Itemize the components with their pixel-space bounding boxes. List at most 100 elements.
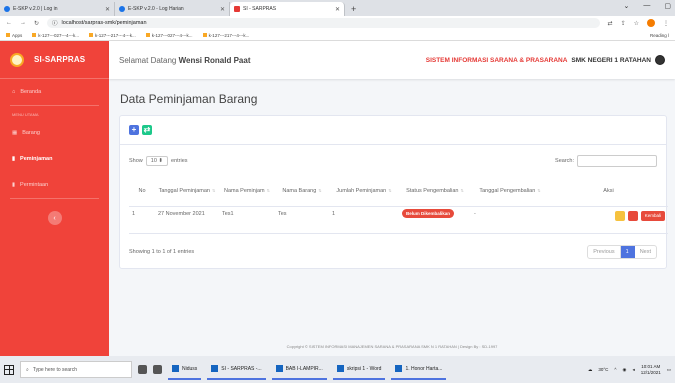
address-bar: ← → ↻ ⓘ localhost/sarpras-smk/peminjaman … <box>0 16 675 30</box>
th-peminjam[interactable]: Nama Peminjam ⇅ <box>219 176 275 207</box>
pagination-previous[interactable]: Previous <box>588 246 621 258</box>
browser-tab-1[interactable]: E-SKP v.2.0 | Log in ✕ <box>0 2 115 16</box>
taskbar-app[interactable]: SI - SARPRAS -... <box>207 360 266 380</box>
file-icon: ▮ <box>12 156 16 162</box>
th-tgl-kembali[interactable]: Tanggal Pengembalian ⇅ <box>471 176 549 207</box>
forward-icon[interactable]: → <box>20 20 26 26</box>
maximize-icon[interactable]: ▢ <box>664 2 671 10</box>
bookmark-item[interactable]: k-127---217---4---k... <box>89 32 136 38</box>
windows-start-icon[interactable] <box>4 364 14 375</box>
url-field[interactable]: ⓘ localhost/sarpras-smk/peminjaman <box>47 18 600 28</box>
sidebar-item-permintaan[interactable]: ▮ Permintaan <box>0 172 109 198</box>
sort-icon: ⇅ <box>318 187 322 193</box>
bookmark-icon <box>89 32 94 37</box>
pagination-next[interactable]: Next <box>635 246 656 258</box>
th-barang[interactable]: Nama Barang ⇅ <box>275 176 329 207</box>
th-tanggal[interactable]: Tanggal Peminjaman ⇅ <box>155 176 219 207</box>
kembali-button[interactable]: Kembali <box>640 210 665 221</box>
sarpras-icon <box>234 6 240 12</box>
menu-icon[interactable]: ⋮ <box>663 20 669 27</box>
network-icon[interactable]: ◉ <box>623 367 627 373</box>
th-status[interactable]: Status Pengembalian ⇅ <box>399 176 471 207</box>
table-icon: ▦ <box>12 130 18 136</box>
bookmark-item[interactable]: k-127---027---4---k... <box>145 32 193 38</box>
th-aksi[interactable]: Aksi <box>549 176 668 207</box>
star-icon[interactable]: ☆ <box>634 20 639 27</box>
file-icon: ▮ <box>12 182 16 188</box>
info-icon: ⓘ <box>52 21 58 27</box>
reload-icon[interactable]: ↻ <box>34 20 39 27</box>
back-icon[interactable]: ← <box>6 20 12 26</box>
bookmark-icon <box>145 32 150 37</box>
taskbar-app[interactable]: Niduss <box>168 360 202 380</box>
bookmark-item[interactable]: k-127---217---4---k... <box>202 32 249 38</box>
task-view-icon[interactable] <box>138 365 147 374</box>
chevron-left-icon: ‹ <box>53 214 56 222</box>
globe-icon <box>4 6 10 12</box>
minimize-icon[interactable]: — <box>643 2 650 10</box>
weather-icon[interactable]: ☁ <box>588 367 593 373</box>
chevron-up-icon[interactable]: ^ <box>614 367 616 372</box>
cell-no: 1 <box>129 206 155 234</box>
close-tab-icon[interactable]: ✕ <box>220 6 225 13</box>
table-row: 1 27 November 2021 Tes1 Tes 1 Belum Dike… <box>129 206 668 234</box>
taskbar-search[interactable]: ⌕ Type here to search <box>20 361 132 378</box>
copyright: Copyright © SISTEM INFORMASI MANAJEMEN S… <box>286 344 498 349</box>
chevron-down-icon[interactable]: ⌄ <box>624 2 630 10</box>
share-icon[interactable]: ⇪ <box>621 20 626 27</box>
cell-peminjam: Tes1 <box>219 206 275 234</box>
taskbar: ⌕ Type here to search Niduss SI - SARPRAS… <box>0 356 675 383</box>
add-button[interactable]: + <box>129 125 139 135</box>
system-name: SISTEM INFORMASI SARANA & PRASARANA SMK … <box>426 55 665 65</box>
cell-tgl-kembali: - <box>471 206 549 234</box>
school-logo-icon <box>10 52 24 67</box>
taskbar-app[interactable]: skripsi 1 - Word <box>332 360 386 380</box>
th-jumlah[interactable]: Jumlah Peminjaman ⇅ <box>329 176 399 207</box>
search-input[interactable] <box>577 155 657 167</box>
bookmark-icon <box>32 32 37 37</box>
bookmark-apps[interactable]: Apps <box>6 32 22 38</box>
sidebar-toggle-button[interactable]: ‹ <box>47 211 62 225</box>
sidebar-item-peminjaman[interactable]: ▮ Peminjaman <box>0 146 109 172</box>
taskbar-app[interactable]: BAB I-LAMPIR... <box>271 360 327 380</box>
user-avatar[interactable] <box>655 55 665 65</box>
sort-icon: ⇅ <box>460 187 464 193</box>
th-no[interactable]: No <box>129 176 155 207</box>
edit-button[interactable] <box>614 210 625 221</box>
cell-jumlah: 1 <box>329 206 399 234</box>
clock[interactable]: 10:01 AM 12/1/2021 <box>641 364 661 376</box>
new-tab-button[interactable]: + <box>345 2 362 16</box>
browser-tab-3[interactable]: SI - SARPRAS ✕ <box>230 2 345 16</box>
browser-tab-2[interactable]: E-SKP v.2.0 - Log Harian ✕ <box>115 2 230 16</box>
cell-aksi: Kembali <box>549 206 668 234</box>
exchange-icon: ⇄ <box>143 125 151 134</box>
reading-list[interactable]: Reading l <box>650 33 669 38</box>
sidebar-section-label: MENU UTAMA <box>12 112 39 117</box>
sort-icon: ⇅ <box>388 187 392 193</box>
plus-icon: + <box>131 125 137 134</box>
card-header: + ⇄ <box>120 116 666 145</box>
bookmark-item[interactable]: k-127---027---4---k... <box>32 32 79 38</box>
profile-avatar[interactable] <box>647 19 655 27</box>
pagination-page-1[interactable]: 1 <box>620 246 635 258</box>
word-icon <box>275 365 283 372</box>
sidebar-item-beranda[interactable]: ⌂ Beranda <box>0 79 109 105</box>
home-icon: ⌂ <box>12 89 16 95</box>
close-tab-icon[interactable]: ✕ <box>335 6 340 13</box>
volume-icon[interactable]: ◂ <box>632 367 634 373</box>
welcome-text: Selamat Datang Wensi Ronald Paat <box>119 55 251 65</box>
close-tab-icon[interactable]: ✕ <box>105 6 110 13</box>
table-footer: Showing 1 to 1 of 1 entries Previous 1 N… <box>129 244 657 260</box>
telegram-icon[interactable] <box>153 365 162 374</box>
entries-select[interactable]: 10 ⬍ <box>145 156 169 166</box>
notification-icon[interactable]: ▭ <box>667 367 671 373</box>
delete-button[interactable] <box>627 210 638 221</box>
exchange-button[interactable]: ⇄ <box>142 125 152 135</box>
taskbar-app[interactable]: 1. Honor Harta... <box>391 360 447 380</box>
sidebar-brand[interactable]: SI-SARPRAS <box>0 41 109 79</box>
sidebar-item-barang[interactable]: ▦ Barang <box>0 120 109 146</box>
peminjaman-table: No Tanggal Peminjaman ⇅ Nama Peminjam ⇅ Na… <box>129 176 668 234</box>
translate-icon[interactable]: ⇄ <box>608 20 613 27</box>
browser-tabbar: E-SKP v.2.0 | Log in ✕ E-SKP v.2.0 - Log … <box>0 0 675 16</box>
table-info: Showing 1 to 1 of 1 entries <box>129 249 195 255</box>
